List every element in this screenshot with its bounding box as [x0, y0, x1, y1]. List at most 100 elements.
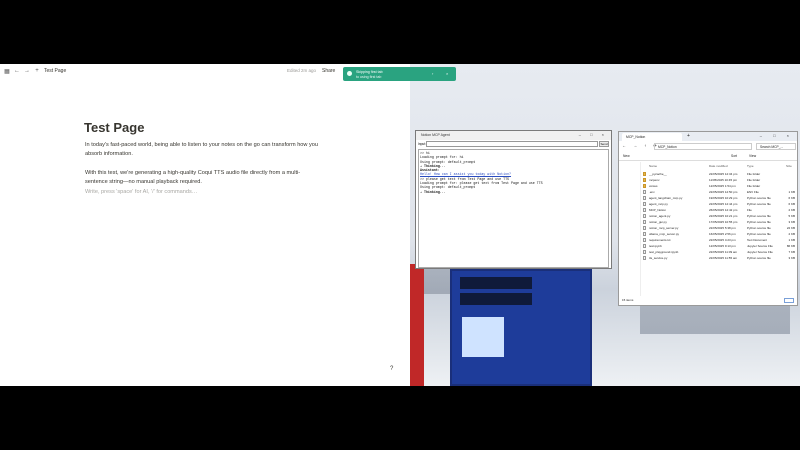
- toast-line-1: Skipping first tab: [356, 70, 383, 74]
- file-date: 22/05/2025 12:44 pm: [709, 202, 738, 206]
- file-name: notion_agent.py: [649, 214, 671, 218]
- prompt-input[interactable]: [426, 141, 598, 147]
- col-size[interactable]: Size: [786, 164, 792, 168]
- file-size: 1 KB: [788, 190, 795, 194]
- window-controls[interactable]: – □ ×: [579, 132, 608, 137]
- output-log: >> hi Loading prompt for: hi Using prompt:…: [418, 149, 609, 268]
- paragraph-1[interactable]: In today's fast-paced world, being able …: [85, 141, 320, 158]
- file-name: agent_mcp.py: [649, 202, 668, 206]
- file-size: 7 KB: [788, 250, 795, 254]
- file-type: Python source file: [747, 232, 771, 236]
- sidebar-toggle-icon[interactable]: ▦: [4, 68, 10, 75]
- file-icon: [643, 196, 646, 200]
- file-date: 22/05/2025 4:23 pm: [709, 238, 736, 242]
- file-icon: [643, 220, 646, 224]
- tab-mcp-notion[interactable]: MCP_Notion: [622, 133, 682, 141]
- file-type: Python source file: [747, 214, 771, 218]
- search-field[interactable]: Search MCP_...: [756, 142, 796, 150]
- file-name: ollama_mcp_server.py: [649, 232, 680, 236]
- file-list: __pycache__ 22/05/2025 12:34 pm File folde…: [643, 171, 797, 261]
- check-icon: [347, 71, 352, 76]
- file-date: 22/05/2025 12:34 pm: [709, 172, 738, 176]
- file-date: 22/05/2025 12:50 pm: [709, 190, 738, 194]
- file-size: 1 KB: [788, 238, 795, 242]
- col-type[interactable]: Type: [747, 164, 754, 168]
- vending-shelf: [460, 293, 532, 305]
- window-title: Notion MCP Agent: [421, 133, 450, 137]
- file-type: Python source file: [747, 220, 771, 224]
- file-type: File folder: [747, 172, 761, 176]
- screen: ▦ ← → + Test Page Edited 2m ago Share Te…: [0, 64, 800, 386]
- file-name: test.ipynb: [649, 244, 662, 248]
- file-type: Python source file: [747, 202, 771, 206]
- file-date: 22/05/2025 11:09 am: [709, 250, 738, 254]
- arrow-right-icon[interactable]: →: [24, 68, 30, 74]
- file-size: 2 KB: [788, 208, 795, 212]
- file-size: 6 KB: [788, 202, 795, 206]
- breadcrumb[interactable]: Test Page: [44, 68, 66, 74]
- file-date: 22/05/2025 10:21 pm: [709, 214, 738, 218]
- folder-icon: [643, 172, 646, 176]
- file-type: Python source file: [747, 256, 771, 260]
- path-field[interactable]: MCP_Notion: [654, 142, 752, 150]
- file-icon: [643, 214, 646, 218]
- vending-machine-blue: [450, 269, 592, 386]
- vending-panel: [462, 317, 504, 357]
- file-date: 19/05/2025 10:29 pm: [709, 196, 738, 200]
- file-name: MCP_Notion: [649, 208, 667, 212]
- file-icon: [643, 232, 646, 236]
- file-name: test_playground.ipynb: [649, 250, 679, 254]
- file-name: notion_mcp_server.py: [649, 226, 679, 230]
- file-name: tts_service.py: [649, 256, 668, 260]
- file-date: 12/05/2025 9:13 pm: [709, 244, 736, 248]
- plus-icon[interactable]: +: [34, 68, 40, 74]
- file-date: 22/05/2025 5:38 pm: [709, 226, 736, 230]
- file-row[interactable]: tts_service.py 22/05/2025 11:55 am Python …: [643, 255, 797, 261]
- new-tab-icon[interactable]: +: [687, 133, 690, 139]
- col-name[interactable]: Name: [649, 164, 657, 168]
- file-size: 22 KB: [786, 226, 795, 230]
- file-name: notion_gui.py: [649, 220, 667, 224]
- status-bar: 15 items: [622, 298, 634, 302]
- navigation-pane[interactable]: [619, 162, 641, 296]
- paragraph-2[interactable]: With this test, we're generating a high-…: [85, 169, 320, 186]
- sort-button[interactable]: Sort: [731, 154, 737, 158]
- mcp-agent-window: Notion MCP Agent – □ × Input: Send >> hi…: [415, 130, 612, 269]
- file-size: 3 KB: [788, 220, 795, 224]
- window-controls[interactable]: – □ ×: [760, 133, 794, 138]
- notification-toast[interactable]: Skipping first tab to using first tab › …: [343, 67, 456, 81]
- toolbar: New Sort View: [619, 151, 797, 161]
- file-size: 2 KB: [788, 232, 795, 236]
- new-button[interactable]: New: [623, 154, 630, 158]
- file-date: 16/05/2025 2:56 pm: [709, 232, 736, 236]
- file-date: 22/05/2025 11:55 am: [709, 256, 738, 260]
- titlebar: Notion MCP Agent – □ ×: [416, 131, 611, 140]
- file-icon: [643, 202, 646, 206]
- notion-window: ▦ ← → + Test Page Edited 2m ago Share Te…: [0, 64, 410, 386]
- file-size: 6 KB: [788, 196, 795, 200]
- toast-line-2: to using first tab: [356, 75, 382, 79]
- view-button[interactable]: View: [749, 154, 756, 158]
- folder-icon: [643, 184, 646, 188]
- file-icon: [643, 256, 646, 260]
- col-date[interactable]: Date modified: [709, 164, 728, 168]
- arrow-left-icon[interactable]: ←: [14, 68, 20, 74]
- send-button[interactable]: Send: [599, 141, 609, 147]
- tab-bar: MCP_Notion + – □ ×: [619, 132, 797, 141]
- file-icon: [643, 190, 646, 194]
- details-view-icon[interactable]: [784, 298, 794, 303]
- file-size: 86 KB: [786, 244, 795, 248]
- close-icon[interactable]: ×: [446, 71, 448, 76]
- file-type: Jupyter Source File: [747, 250, 773, 254]
- block-placeholder[interactable]: Write, press 'space' for AI, '/' for com…: [85, 188, 320, 197]
- input-row: Input: Send: [416, 140, 611, 148]
- help-button[interactable]: ?: [390, 366, 393, 372]
- file-icon: [643, 244, 646, 248]
- file-type: File: [747, 208, 752, 212]
- chevron-icon[interactable]: ›: [432, 71, 433, 76]
- page-title[interactable]: Test Page: [84, 120, 144, 135]
- folder-icon: [643, 178, 646, 182]
- file-type: Python source file: [747, 226, 771, 230]
- share-button[interactable]: Share: [322, 68, 335, 74]
- file-date: 26/05/2025 12:42 pm: [709, 208, 738, 212]
